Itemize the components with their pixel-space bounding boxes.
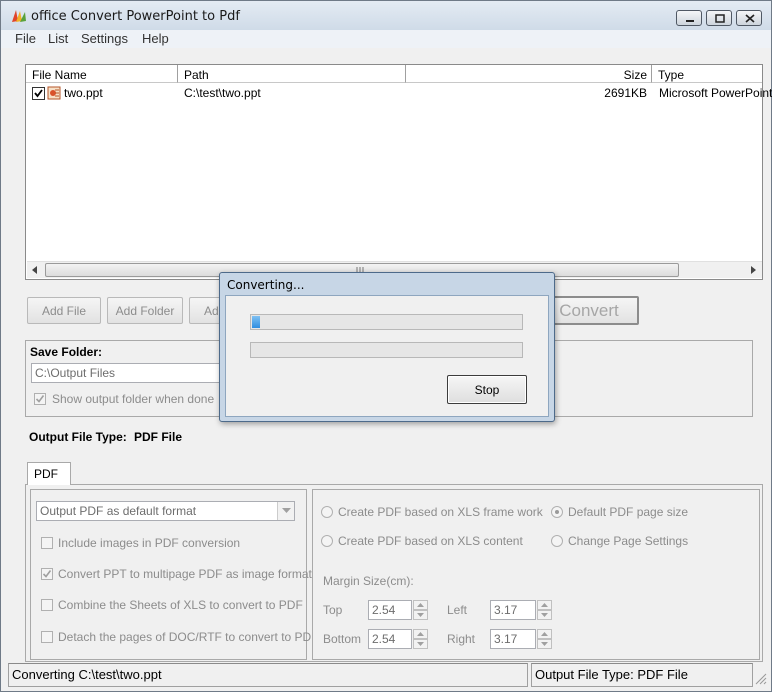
maximize-icon	[715, 14, 725, 23]
arrow-down-icon	[417, 613, 424, 617]
detach-pages-label: Detach the pages of DOC/RTF to convert t…	[58, 630, 319, 644]
title-bar[interactable]: office Convert PowerPoint to Pdf	[1, 1, 771, 30]
margin-bottom-stepper[interactable]	[413, 629, 428, 649]
status-converting: Converting C:\test\two.ppt	[8, 663, 528, 687]
margin-right-label: Right	[447, 632, 476, 646]
arrow-up-icon	[541, 632, 548, 636]
margin-right-input[interactable]: 3.17	[490, 629, 536, 649]
convert-ppt-multipage-checkbox[interactable]	[41, 568, 53, 580]
show-output-folder-checkbox[interactable]	[34, 393, 46, 405]
progress-fill	[252, 316, 261, 328]
arrow-down-icon	[541, 642, 548, 646]
maximize-button[interactable]	[706, 10, 732, 26]
close-icon	[745, 14, 755, 23]
arrow-up-icon	[417, 632, 424, 636]
resize-grip-icon[interactable]	[755, 673, 767, 685]
checkmark-icon	[34, 89, 43, 98]
change-page-settings-radio[interactable]	[551, 535, 563, 547]
arrow-up-icon	[417, 603, 424, 607]
margin-right-stepper[interactable]	[537, 629, 552, 649]
menu-settings[interactable]: Settings	[81, 31, 128, 46]
app-logo-icon	[12, 10, 26, 22]
change-page-settings-label: Change Page Settings	[568, 534, 689, 548]
convert-ppt-multipage-label: Convert PPT to multipage PDF as image fo…	[58, 567, 312, 581]
include-images-checkbox[interactable]	[41, 537, 53, 549]
column-header-path[interactable]: Path	[178, 65, 406, 83]
main-window: office Convert PowerPoint to Pdf File Li…	[0, 0, 772, 692]
save-folder-title: Save Folder:	[30, 345, 103, 359]
xls-frame-label: Create PDF based on XLS frame work	[338, 505, 543, 519]
window-title: office Convert PowerPoint to Pdf	[31, 9, 240, 24]
output-file-type-value: PDF File	[134, 430, 183, 444]
checkmark-icon	[35, 395, 45, 403]
page-options-group: Create PDF based on XLS frame work Defau…	[312, 489, 760, 660]
progress-bar-secondary	[250, 342, 523, 358]
default-page-size-radio[interactable]	[551, 506, 563, 518]
margin-left-label: Left	[447, 603, 468, 617]
save-folder-path-input[interactable]: C:\Output Files	[31, 363, 231, 383]
menu-file[interactable]: File	[15, 31, 36, 46]
status-output-type: Output File Type: PDF File	[531, 663, 753, 687]
pdf-format-select[interactable]: Output PDF as default format	[36, 501, 295, 521]
arrow-up-icon	[541, 603, 548, 607]
add-folder-button[interactable]: Add Folder	[107, 297, 183, 324]
file-list[interactable]: File Name Path Size Type two.ppt C:\test…	[25, 64, 772, 280]
margin-left-stepper[interactable]	[537, 600, 552, 620]
margin-left-input[interactable]: 3.17	[490, 600, 536, 620]
cell-file-name: two.ppt	[64, 86, 103, 100]
stop-button[interactable]: Stop	[447, 375, 527, 404]
margin-bottom-input[interactable]: 2.54	[368, 629, 412, 649]
pdf-tab-pane: Output PDF as default format Include ima…	[25, 484, 763, 662]
tab-pdf[interactable]: PDF	[27, 462, 71, 485]
pdf-options-group: Output PDF as default format Include ima…	[30, 489, 319, 660]
include-images-label: Include images in PDF conversion	[58, 536, 241, 550]
status-bar: Converting C:\test\two.ppt Output File T…	[1, 663, 771, 691]
close-button[interactable]	[736, 10, 762, 26]
margin-top-label: Top	[323, 603, 343, 617]
column-header-type[interactable]: Type	[652, 65, 762, 83]
row-checkbox[interactable]	[32, 87, 45, 100]
column-header-file-name[interactable]: File Name	[26, 65, 178, 83]
arrow-down-icon	[417, 642, 424, 646]
table-row[interactable]: two.ppt C:\test\two.ppt 2691KB Microsoft…	[27, 84, 772, 102]
minimize-icon	[686, 20, 694, 22]
scroll-left-icon[interactable]	[31, 266, 39, 274]
dropdown-toggle[interactable]	[277, 502, 294, 520]
dialog-body: Stop	[225, 295, 549, 417]
margin-top-stepper[interactable]	[413, 600, 428, 620]
combine-sheets-label: Combine the Sheets of XLS to convert to …	[58, 598, 303, 612]
output-file-type-label: Output File Type:	[29, 430, 127, 444]
default-page-size-label: Default PDF page size	[568, 505, 689, 519]
xls-frame-radio[interactable]	[321, 506, 333, 518]
chevron-down-icon	[282, 508, 291, 513]
scroll-right-icon[interactable]	[749, 266, 757, 274]
menu-list[interactable]: List	[48, 31, 68, 46]
progress-bar-primary	[250, 314, 523, 330]
margin-top-input[interactable]: 2.54	[368, 600, 412, 620]
detach-pages-checkbox[interactable]	[41, 631, 53, 643]
cell-size: 2691KB	[604, 86, 647, 100]
dialog-title: Converting...	[227, 278, 305, 292]
cell-path: C:\test\two.ppt	[184, 86, 261, 100]
ppt-file-icon	[47, 86, 61, 100]
column-header-size[interactable]: Size	[406, 65, 652, 83]
add-file-button[interactable]: Add File	[27, 297, 101, 324]
xls-content-label: Create PDF based on XLS content	[338, 534, 523, 548]
show-output-folder-label: Show output folder when done	[52, 392, 215, 406]
arrow-down-icon	[541, 613, 548, 617]
xls-content-radio[interactable]	[321, 535, 333, 547]
menu-bar: File List Settings Help	[1, 30, 771, 48]
pdf-format-selected: Output PDF as default format	[40, 504, 197, 518]
checkmark-icon	[42, 570, 52, 578]
cell-type: Microsoft PowerPoint	[659, 86, 772, 100]
menu-help[interactable]: Help	[142, 31, 169, 46]
minimize-button[interactable]	[676, 10, 702, 26]
combine-sheets-checkbox[interactable]	[41, 599, 53, 611]
margin-size-title: Margin Size(cm):	[323, 574, 414, 588]
converting-dialog: Converting... Stop	[219, 272, 555, 422]
margin-bottom-label: Bottom	[323, 632, 362, 646]
